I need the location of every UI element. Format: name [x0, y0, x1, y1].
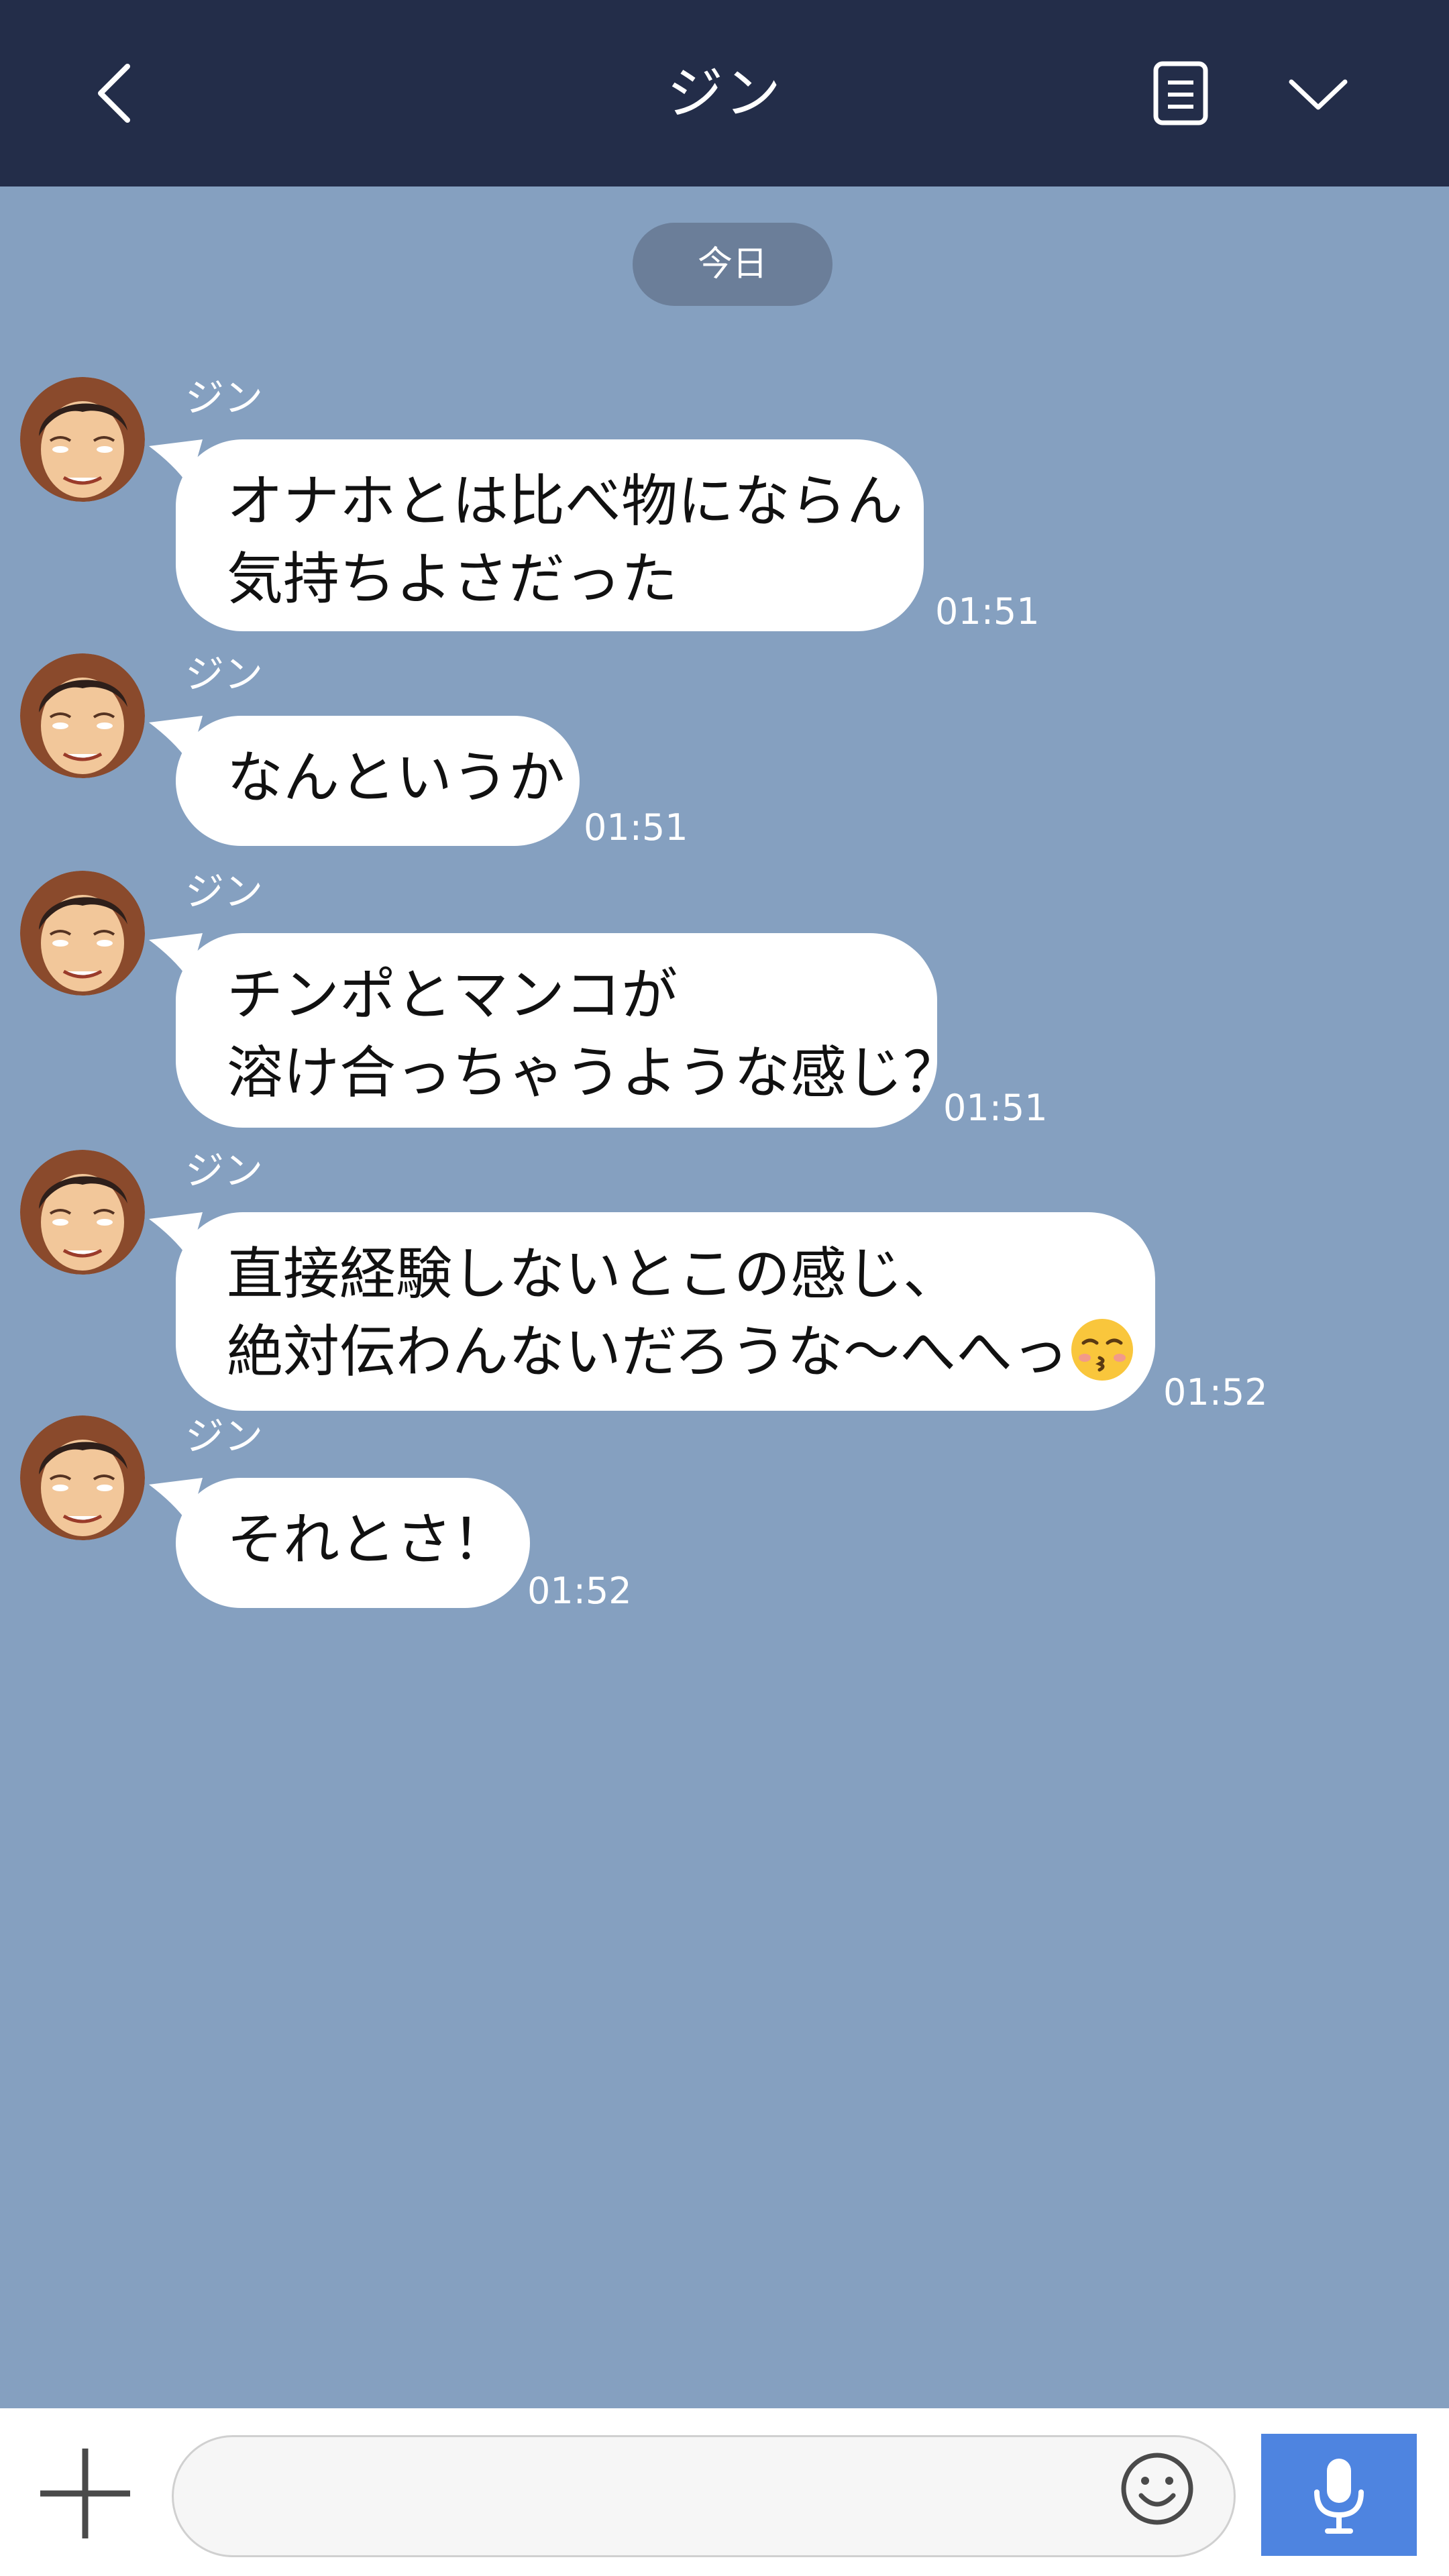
bubble-tail [149, 1478, 203, 1525]
message-bubble[interactable]: チンポとマンコが 溶け合っちゃうような感じ？ [149, 933, 960, 1128]
message-time: 01:51 [943, 1087, 1048, 1129]
message-text-line: 直接経験しないとこの感じ、 [227, 1241, 960, 1307]
message-text-line: なんというか [227, 745, 566, 810]
message-bubble[interactable]: それとさ！ [149, 1478, 530, 1608]
plus-icon [40, 2449, 130, 2538]
emoji-button[interactable] [1117, 2449, 1197, 2529]
sender-name: ジン [185, 869, 264, 914]
chevron-down-icon [1289, 79, 1348, 110]
message-text-line: チンポとマンコが [227, 962, 678, 1028]
sender-name: ジン [185, 1148, 264, 1193]
bubble-tail [149, 439, 203, 486]
message-input[interactable] [172, 2435, 1236, 2557]
sender-name: ジン [185, 651, 264, 697]
smiley-icon [1121, 2453, 1193, 2525]
message-time: 01:51 [584, 806, 688, 849]
message-text: 絶対伝わんないだろうな～へへっ [227, 1319, 1069, 1385]
message-text-line: 溶け合っちゃうような感じ？ [227, 1040, 960, 1106]
sender-name: ジン [185, 1413, 264, 1459]
add-button[interactable] [35, 2443, 136, 2544]
voice-button[interactable] [1261, 2434, 1417, 2556]
message-input-bar [0, 2408, 1449, 2576]
avatar[interactable] [20, 1415, 145, 1540]
date-divider: 今日 [633, 223, 833, 306]
message-text-line: それとさ！ [227, 1507, 509, 1572]
note-button[interactable] [1140, 0, 1221, 186]
avatar[interactable] [20, 377, 145, 502]
note-icon [1153, 61, 1208, 125]
message-text-line: オナホとは比べ物にならん [227, 468, 904, 534]
sender-name: ジン [185, 375, 264, 421]
avatar[interactable] [20, 1150, 145, 1275]
message-time: 01:52 [527, 1570, 632, 1612]
microphone-icon [1314, 2459, 1364, 2534]
message-bubble[interactable]: オナホとは比べ物にならん 気持ちよさだった [149, 439, 924, 631]
menu-dropdown-button[interactable] [1278, 0, 1358, 186]
bubble-tail [149, 1212, 203, 1259]
bubble-tail [149, 933, 203, 980]
avatar[interactable] [20, 871, 145, 996]
message-text-line: 絶対伝わんないだろうな～へへっ [227, 1313, 1133, 1403]
chat-title: ジン [666, 60, 782, 126]
kissing-face-icon [1069, 1316, 1136, 1403]
message-time: 01:51 [935, 590, 1040, 633]
message-bubble[interactable]: 直接経験しないとこの感じ、 絶対伝わんないだろうな～へへっ [149, 1212, 1155, 1411]
message-text-line: 気持ちよさだった [227, 546, 678, 612]
message-bubble[interactable]: なんというか [149, 716, 580, 846]
chat-header: ジン [0, 0, 1449, 186]
bubble-tail [149, 716, 203, 763]
avatar[interactable] [20, 653, 145, 778]
message-time: 01:52 [1163, 1371, 1268, 1413]
